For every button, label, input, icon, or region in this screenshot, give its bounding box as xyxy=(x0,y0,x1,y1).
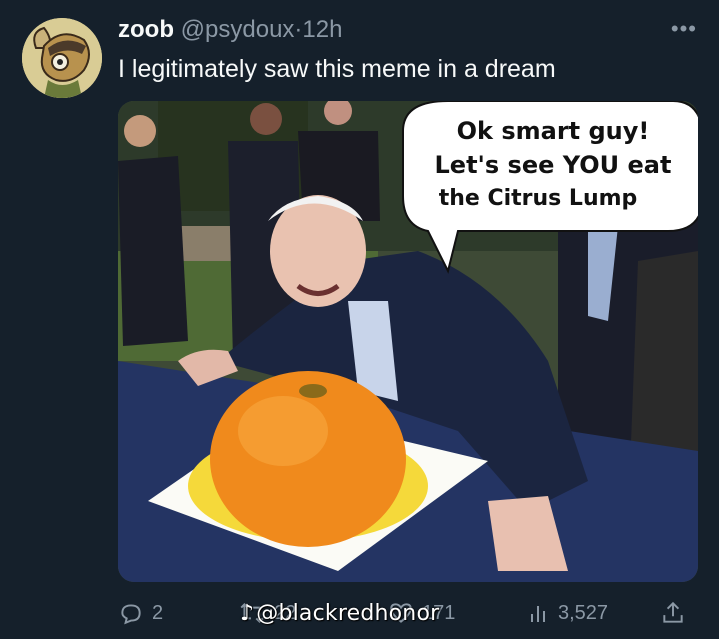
reply-icon xyxy=(121,604,141,625)
tweet-media[interactable]: Ok smart guy! Let's see YOU eat the Citr… xyxy=(118,101,698,582)
avatar[interactable] xyxy=(22,18,102,98)
tweet-header: zoob @psydoux·12h xyxy=(118,14,342,46)
share-icon xyxy=(663,601,683,623)
author-name[interactable]: zoob xyxy=(118,16,174,43)
share-button[interactable] xyxy=(660,594,686,632)
bubble-line-2: Let's see YOU eat xyxy=(435,151,672,179)
bubble-line-1: Ok smart guy! xyxy=(457,117,650,145)
timestamp[interactable]: 12h xyxy=(302,16,342,43)
more-horizontal-icon: ••• xyxy=(670,16,697,41)
reply-button[interactable]: 2 xyxy=(118,594,163,632)
tiktok-icon: ♪ xyxy=(240,600,255,626)
views-icon xyxy=(531,606,545,622)
author-handle[interactable]: @psydoux xyxy=(181,16,295,43)
tweet: zoob @psydoux·12h ••• I legitimately saw… xyxy=(0,0,719,639)
meme-image: Ok smart guy! Let's see YOU eat the Citr… xyxy=(118,101,698,582)
views-count: 3,527 xyxy=(558,601,609,624)
tweet-text: I legitimately saw this meme in a dream xyxy=(118,55,556,83)
views-button[interactable]: 3,527 xyxy=(528,594,608,632)
reply-count: 2 xyxy=(152,601,164,624)
bubble-line-3: the Citrus Lump xyxy=(439,186,638,211)
more-options-button[interactable]: ••• xyxy=(671,16,697,42)
video-watermark: ♪ @blackredhonor xyxy=(240,594,439,632)
avatar-image xyxy=(22,18,102,98)
watermark-handle: @blackredhonor xyxy=(256,600,440,626)
